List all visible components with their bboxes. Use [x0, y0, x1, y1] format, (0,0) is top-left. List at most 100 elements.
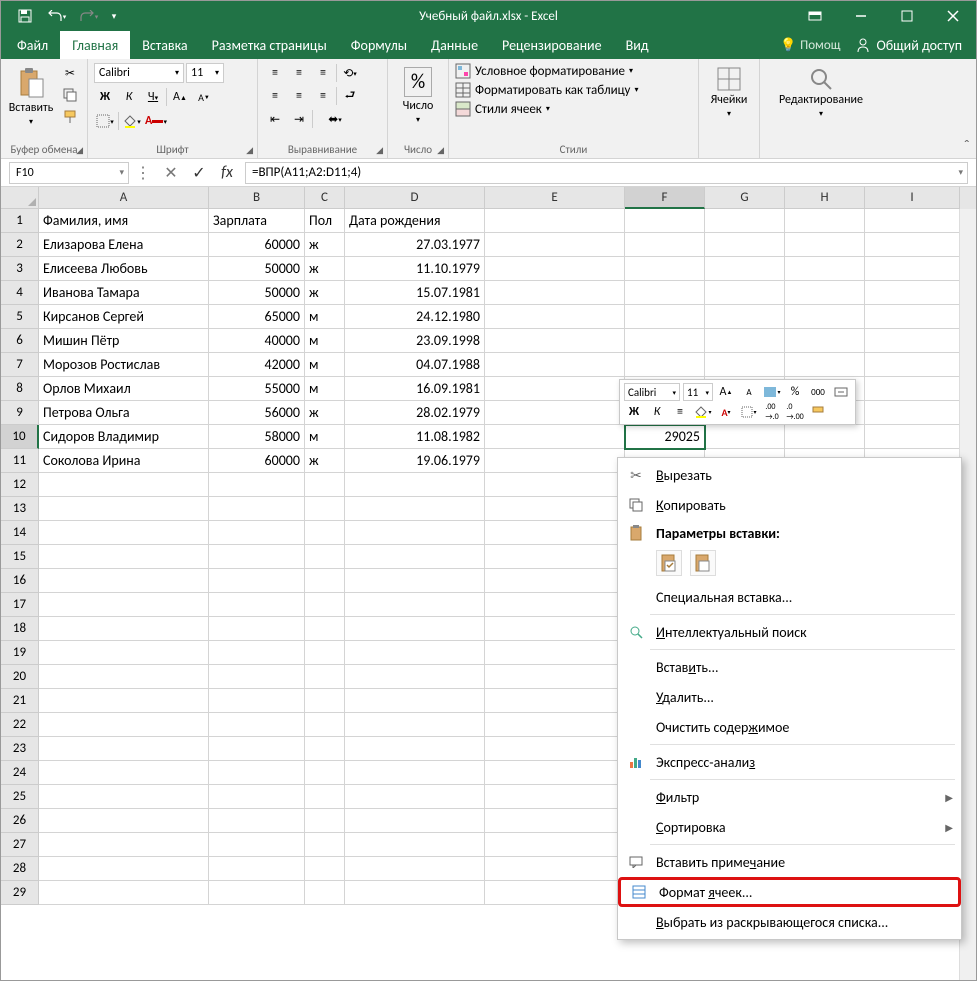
mini-format-painter-icon[interactable] [808, 403, 828, 421]
row-header-24[interactable]: 24 [1, 761, 39, 785]
cm-copy[interactable]: Копировать [618, 490, 961, 520]
cell-E10[interactable] [485, 425, 625, 449]
cell-D20[interactable] [345, 665, 485, 689]
cell-E4[interactable] [485, 281, 625, 305]
cell-B28[interactable] [209, 857, 305, 881]
cell-F3[interactable] [625, 257, 705, 281]
dialog-launcher-icon[interactable]: ◢ [437, 145, 444, 156]
cell-C3[interactable]: ж [305, 257, 345, 281]
tab-page-layout[interactable]: Разметка страницы [200, 31, 339, 59]
cell-D29[interactable] [345, 881, 485, 905]
cell-A12[interactable] [39, 473, 209, 497]
cell-D26[interactable] [345, 809, 485, 833]
cell-E19[interactable] [485, 641, 625, 665]
cell-D19[interactable] [345, 641, 485, 665]
dialog-launcher-icon[interactable]: ◢ [376, 145, 383, 156]
cell-D23[interactable] [345, 737, 485, 761]
mini-font-color-icon[interactable]: A▾ [716, 403, 736, 421]
cell-A4[interactable]: Иванова Тамара [39, 281, 209, 305]
col-header-D[interactable]: D [345, 187, 485, 209]
tab-insert[interactable]: Вставка [130, 31, 199, 59]
cell-C9[interactable]: ж [305, 401, 345, 425]
cell-B26[interactable] [209, 809, 305, 833]
cell-I1[interactable] [865, 209, 960, 233]
cell-E28[interactable] [485, 857, 625, 881]
cm-clear[interactable]: Очистить содержимое [618, 712, 961, 742]
cell-B22[interactable] [209, 713, 305, 737]
underline-button[interactable]: Ч▾ [142, 87, 164, 107]
cell-C29[interactable] [305, 881, 345, 905]
name-box[interactable]: F10 [9, 162, 129, 184]
cell-B18[interactable] [209, 617, 305, 641]
row-header-23[interactable]: 23 [1, 737, 39, 761]
cm-quick-analysis[interactable]: Экспресс-анализ [618, 747, 961, 777]
mini-bold-icon[interactable]: Ж [624, 403, 644, 421]
cell-E3[interactable] [485, 257, 625, 281]
cell-H6[interactable] [785, 329, 865, 353]
cell-A14[interactable] [39, 521, 209, 545]
cell-B5[interactable]: 65000 [209, 305, 305, 329]
cell-G3[interactable] [705, 257, 785, 281]
row-header-28[interactable]: 28 [1, 857, 39, 881]
cm-insert-comment[interactable]: Вставить примечание [618, 847, 961, 877]
col-header-E[interactable]: E [485, 187, 625, 209]
cell-C11[interactable]: ж [305, 449, 345, 473]
mini-align-icon[interactable]: ≡ [670, 403, 690, 421]
editing-button[interactable]: Редактирование ▾ [766, 63, 876, 123]
cell-G4[interactable] [705, 281, 785, 305]
cell-C12[interactable] [305, 473, 345, 497]
cell-E22[interactable] [485, 713, 625, 737]
tell-me[interactable]: 💡 Помощ [772, 38, 849, 53]
cell-C8[interactable]: м [305, 377, 345, 401]
row-header-10[interactable]: 10 [1, 425, 39, 449]
row-header-5[interactable]: 5 [1, 305, 39, 329]
cell-C25[interactable] [305, 785, 345, 809]
cell-C2[interactable]: ж [305, 233, 345, 257]
row-header-27[interactable]: 27 [1, 833, 39, 857]
cell-H2[interactable] [785, 233, 865, 257]
row-header-12[interactable]: 12 [1, 473, 39, 497]
cell-B3[interactable]: 50000 [209, 257, 305, 281]
cell-C5[interactable]: м [305, 305, 345, 329]
italic-button[interactable]: К [118, 87, 140, 107]
cell-D9[interactable]: 28.02.1979 [345, 401, 485, 425]
cell-A27[interactable] [39, 833, 209, 857]
paste-button[interactable]: Вставить ▾ [7, 63, 55, 131]
cell-A2[interactable]: Елизарова Елена [39, 233, 209, 257]
cell-E8[interactable] [485, 377, 625, 401]
tab-file[interactable]: Файл [5, 31, 60, 59]
cell-B13[interactable] [209, 497, 305, 521]
tab-review[interactable]: Рецензирование [490, 31, 614, 59]
select-all-corner[interactable] [1, 187, 39, 209]
row-header-19[interactable]: 19 [1, 641, 39, 665]
cell-C13[interactable] [305, 497, 345, 521]
format-as-table-button[interactable]: Форматировать как таблицу▾ [455, 82, 638, 98]
cell-E9[interactable] [485, 401, 625, 425]
save-icon[interactable] [9, 2, 41, 30]
cell-B8[interactable]: 55000 [209, 377, 305, 401]
row-header-3[interactable]: 3 [1, 257, 39, 281]
cell-F6[interactable] [625, 329, 705, 353]
cell-E2[interactable] [485, 233, 625, 257]
cell-B23[interactable] [209, 737, 305, 761]
cancel-formula-icon[interactable]: ✕ [157, 162, 185, 184]
cm-paste-special[interactable]: Специальная вставка... [618, 582, 961, 612]
cell-E24[interactable] [485, 761, 625, 785]
mini-accounting-icon[interactable]: ▾ [762, 383, 782, 401]
minimize-icon[interactable] [838, 1, 884, 31]
enter-formula-icon[interactable]: ✓ [185, 162, 213, 184]
fx-icon[interactable]: fx [213, 162, 241, 184]
mini-percent-icon[interactable]: % [785, 383, 805, 401]
row-header-11[interactable]: 11 [1, 449, 39, 473]
font-size-select[interactable]: 11▾ [186, 63, 224, 83]
indent-increase-icon[interactable]: ⇥ [288, 109, 310, 129]
font-name-select[interactable]: Calibri▾ [94, 63, 184, 83]
cell-H3[interactable] [785, 257, 865, 281]
align-center-icon[interactable]: ≡ [288, 86, 310, 106]
cell-D2[interactable]: 27.03.1977 [345, 233, 485, 257]
cell-F5[interactable] [625, 305, 705, 329]
cell-A8[interactable]: Орлов Михаил [39, 377, 209, 401]
cell-E14[interactable] [485, 521, 625, 545]
maximize-icon[interactable] [884, 1, 930, 31]
cell-E23[interactable] [485, 737, 625, 761]
